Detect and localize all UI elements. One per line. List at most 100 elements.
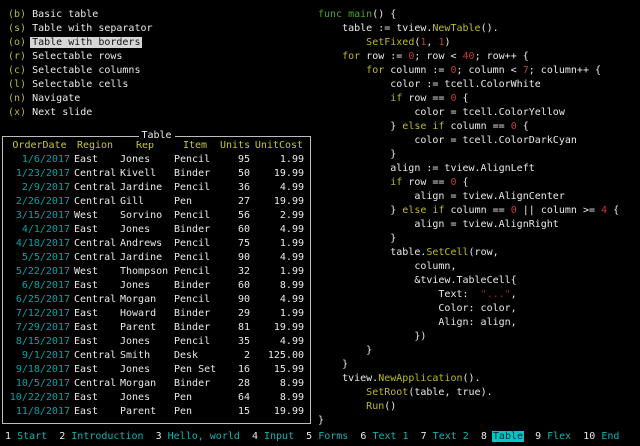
code-line: for column := 0; column < 7; column++ { [318, 64, 619, 78]
table-cell: East [74, 307, 116, 321]
table-row: 9/1/2017CentralSmithDesk2125.00 [3, 349, 310, 363]
code-line: Run() [318, 400, 619, 414]
code-line: SetRoot(table, true). [318, 386, 619, 400]
code-token: } [318, 149, 396, 160]
table-cell: Pen [174, 195, 216, 209]
table-cell: 1/6/2017 [9, 153, 70, 167]
code-token: NewApplication [378, 373, 462, 384]
table-cell: Central [74, 349, 116, 363]
statusbar-item-flex[interactable]: 9 Flex [535, 431, 571, 442]
code-token: 40 [463, 51, 475, 62]
table-cell: Binder [174, 279, 216, 293]
code-line: align := tview.AlignLeft [318, 162, 619, 176]
table-cell: 50 [220, 167, 250, 181]
statusbar-item-hello-world[interactable]: 3 Hello, world [156, 431, 240, 442]
statusbar-item-text-1[interactable]: 6 Text 1 [360, 431, 408, 442]
statusbar-item-input[interactable]: 4 Input [252, 431, 294, 442]
table-cell: 19.99 [254, 405, 304, 419]
table-cell: 4.99 [254, 181, 304, 195]
menu-item-selectable-cells[interactable]: (l) Selectable cells [8, 78, 153, 92]
slide-label: Forms [318, 431, 348, 442]
code-token: || column >= [517, 205, 601, 216]
menu-item-basic-table[interactable]: (b) Basic table [8, 8, 153, 22]
table-cell: 32 [220, 265, 250, 279]
table-cell: 64 [220, 391, 250, 405]
code-token: for [366, 65, 384, 76]
table-cell: Thompson [120, 265, 170, 279]
table-cell: 1.99 [254, 153, 304, 167]
code-token: (table, true). [408, 387, 492, 398]
menu-item-next-slide[interactable]: (x) Next slide [8, 106, 153, 120]
code-line: } else if column == 0 { [318, 120, 619, 134]
table-row: 1/23/2017CentralKivellBinder5019.99 [3, 167, 310, 181]
table-cell: 16 [220, 363, 250, 377]
menu-item-table-with-borders[interactable]: (o) Table with borders [8, 36, 153, 50]
menu-item-selectable-columns[interactable]: (c) Selectable columns [8, 64, 153, 78]
statusbar-item-end[interactable]: 10 End [583, 431, 619, 442]
table-cell: 19.99 [254, 195, 304, 209]
table-row: 2/9/2017CentralJardinePencil364.99 [3, 181, 310, 195]
table-cell: Pencil [174, 153, 216, 167]
code-token: SetCell [426, 247, 468, 258]
menu-item-navigate[interactable]: (n) Navigate [8, 92, 153, 106]
table-cell: Pencil [174, 335, 216, 349]
table-row: 10/5/2017CentralMorganBinder288.99 [3, 377, 310, 391]
table-header-cell: Item [174, 139, 216, 153]
table-cell: 8.99 [254, 391, 304, 405]
menu-item-label: Navigate [32, 93, 80, 104]
slide-number: 5 [306, 431, 312, 442]
table-row: 5/5/2017CentralJardinePencil904.99 [3, 251, 310, 265]
table-cell: Kivell [120, 167, 170, 181]
menu-item-selectable-rows[interactable]: (r) Selectable rows [8, 50, 153, 64]
statusbar-item-introduction[interactable]: 2 Introduction [59, 431, 143, 442]
table-cell: 1/23/2017 [9, 167, 70, 181]
code-token: (). [463, 373, 481, 384]
code-token: } [318, 205, 402, 216]
code-token: align := tview.AlignLeft [318, 163, 535, 174]
code-token: () [384, 401, 396, 412]
statusbar-item-start[interactable]: 1 Start [5, 431, 47, 442]
code-token: { [517, 121, 529, 132]
table-cell: 8/15/2017 [9, 335, 70, 349]
table-cell: 5/5/2017 [9, 251, 70, 265]
menu-item-key: (o) [8, 37, 26, 48]
table-cell: 11/8/2017 [9, 405, 70, 419]
statusbar-item-text-2[interactable]: 7 Text 2 [421, 431, 469, 442]
table-cell: 2.99 [254, 209, 304, 223]
code-token: color := tcell.ColorWhite [318, 79, 541, 90]
code-token: ) [444, 37, 450, 48]
code-token: align = tview.AlignCenter [318, 191, 565, 202]
table-cell: 6/8/2017 [9, 279, 70, 293]
code-token: SetFixed [366, 37, 414, 48]
table-cell: Central [74, 293, 116, 307]
code-line: color = tcell.ColorYellow [318, 106, 619, 120]
table-header-cell: Units [220, 139, 250, 153]
statusbar-item-table[interactable]: 8 Table [481, 431, 523, 442]
table-cell: Desk [174, 349, 216, 363]
menu-item-table-with-separator[interactable]: (s) Table with separator [8, 22, 153, 36]
table-cell: Pencil [174, 237, 216, 251]
table-cell: East [74, 321, 116, 335]
table-cell: East [74, 391, 116, 405]
menu-item-key: (s) [8, 23, 26, 34]
code-token: main [348, 9, 372, 20]
code-token [318, 51, 342, 62]
table-row: 8/15/2017EastJonesPencil354.99 [3, 335, 310, 349]
table-cell: 6/25/2017 [9, 293, 70, 307]
slide-menu: (b) Basic table(s) Table with separator(… [8, 8, 153, 120]
table-cell: Jones [120, 391, 170, 405]
slide-number: 1 [5, 431, 11, 442]
code-line: } [318, 358, 619, 372]
slide-label: Start [17, 431, 47, 442]
table-cell: 9/1/2017 [9, 349, 70, 363]
statusbar-item-forms[interactable]: 5 Forms [306, 431, 348, 442]
table-cell: Pencil [174, 209, 216, 223]
table-body: 1/6/2017EastJonesPencil951.991/23/2017Ce… [3, 153, 310, 419]
code-line: if row == 0 { [318, 92, 619, 106]
code-token: Run [366, 401, 384, 412]
table-row: 4/1/2017EastJonesBinder604.99 [3, 223, 310, 237]
code-token: } [318, 121, 402, 132]
code-line: func main() { [318, 8, 619, 22]
code-token: column := [384, 65, 450, 76]
code-token: { [457, 93, 469, 104]
